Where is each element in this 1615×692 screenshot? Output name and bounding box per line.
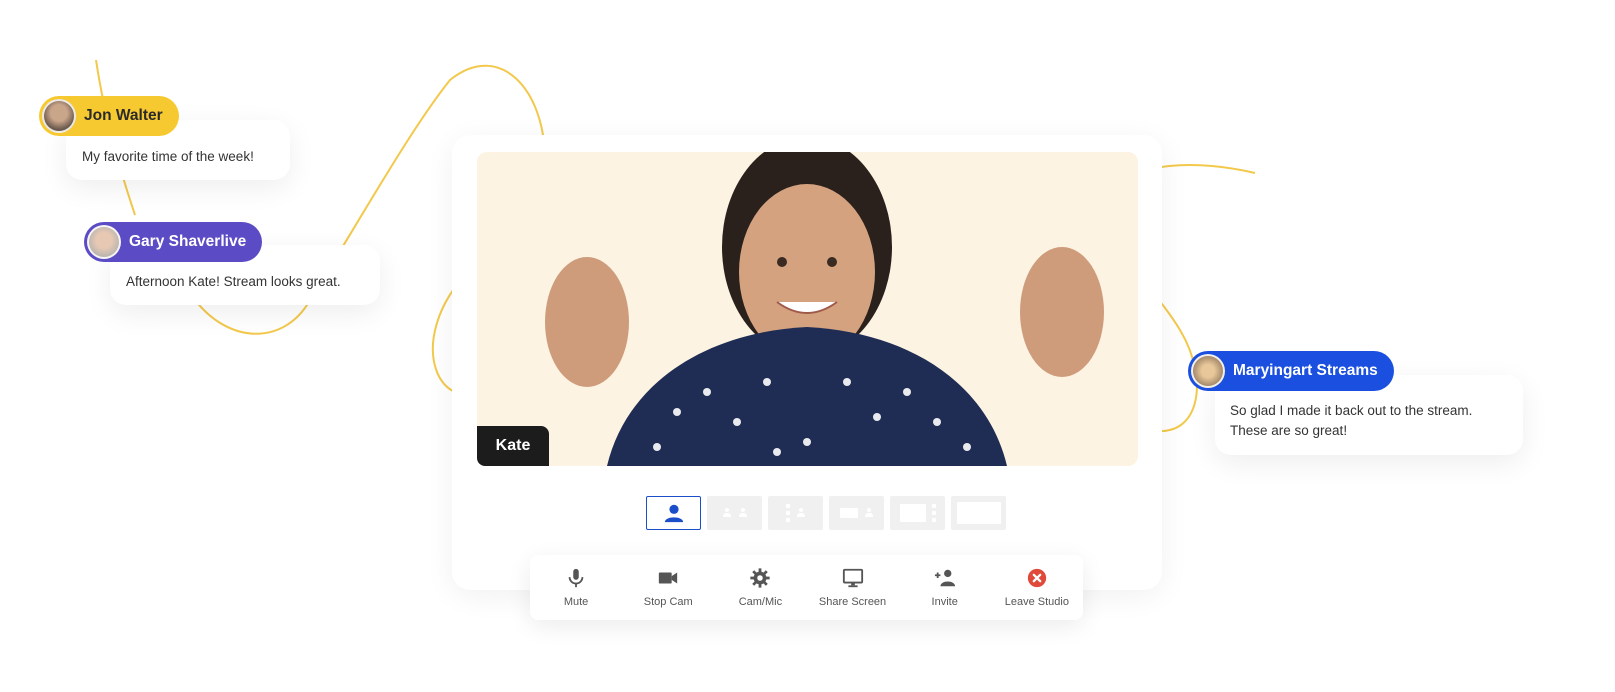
studio-toolbar: Mute Stop Cam Cam/Mic Share Screen Invit… xyxy=(530,555,1083,620)
cam-mic-settings-button[interactable]: Cam/Mic xyxy=(715,567,805,608)
layout-solo-button[interactable] xyxy=(646,496,701,530)
thumbnail-column-icon xyxy=(931,504,936,522)
presenter-video xyxy=(545,152,1104,466)
leave-studio-button[interactable]: Leave Studio xyxy=(992,567,1082,608)
share-screen-button[interactable]: Share Screen xyxy=(808,567,898,608)
comment-author-name: Gary Shaverlive xyxy=(129,233,247,250)
person-icon xyxy=(722,508,732,518)
avatar xyxy=(1191,354,1225,388)
microphone-icon xyxy=(568,568,584,588)
layout-screen-thumbs-button[interactable] xyxy=(890,496,945,530)
layout-selector xyxy=(646,496,1006,530)
comment-author-pill: Jon Walter xyxy=(39,96,179,136)
layout-full-screen-button[interactable] xyxy=(951,496,1006,530)
comment-message-line: These are so great! xyxy=(1230,423,1348,438)
comment-author-name: Jon Walter xyxy=(84,107,163,124)
comment-message: So glad I made it back out to the stream… xyxy=(1230,401,1472,441)
person-icon xyxy=(796,508,806,518)
presenter-name-tag: Kate xyxy=(477,426,549,466)
comment-author-name: Maryingart Streams xyxy=(1233,362,1378,379)
person-icon xyxy=(664,504,683,523)
screen-icon xyxy=(839,508,858,518)
comment-message: Afternoon Kate! Stream looks great. xyxy=(126,274,341,289)
layout-side-by-side-button[interactable] xyxy=(829,496,884,530)
comment-author-pill: Gary Shaverlive xyxy=(84,222,263,262)
screen-icon xyxy=(899,504,926,522)
stop-cam-button[interactable]: Stop Cam xyxy=(623,567,713,608)
thumbnail-column-icon xyxy=(785,504,790,522)
screen-icon xyxy=(956,502,1001,524)
mute-button[interactable]: Mute xyxy=(531,567,621,608)
person-icon xyxy=(738,508,748,518)
layout-grid-button[interactable] xyxy=(768,496,823,530)
avatar xyxy=(42,99,76,133)
comment-author-pill: Maryingart Streams xyxy=(1188,351,1394,391)
layout-two-up-button[interactable] xyxy=(707,496,762,530)
close-circle-icon xyxy=(1027,568,1047,588)
video-camera-icon xyxy=(659,572,678,584)
monitor-icon xyxy=(842,568,863,588)
avatar xyxy=(87,225,121,259)
invite-button[interactable]: Invite xyxy=(900,567,990,608)
comment-message-line: So glad I made it back out to the stream… xyxy=(1230,403,1473,418)
add-user-icon xyxy=(934,569,955,587)
person-icon xyxy=(864,508,874,518)
comment-message: My favorite time of the week! xyxy=(82,149,254,164)
video-feed xyxy=(477,152,1138,466)
gear-icon xyxy=(750,568,771,588)
